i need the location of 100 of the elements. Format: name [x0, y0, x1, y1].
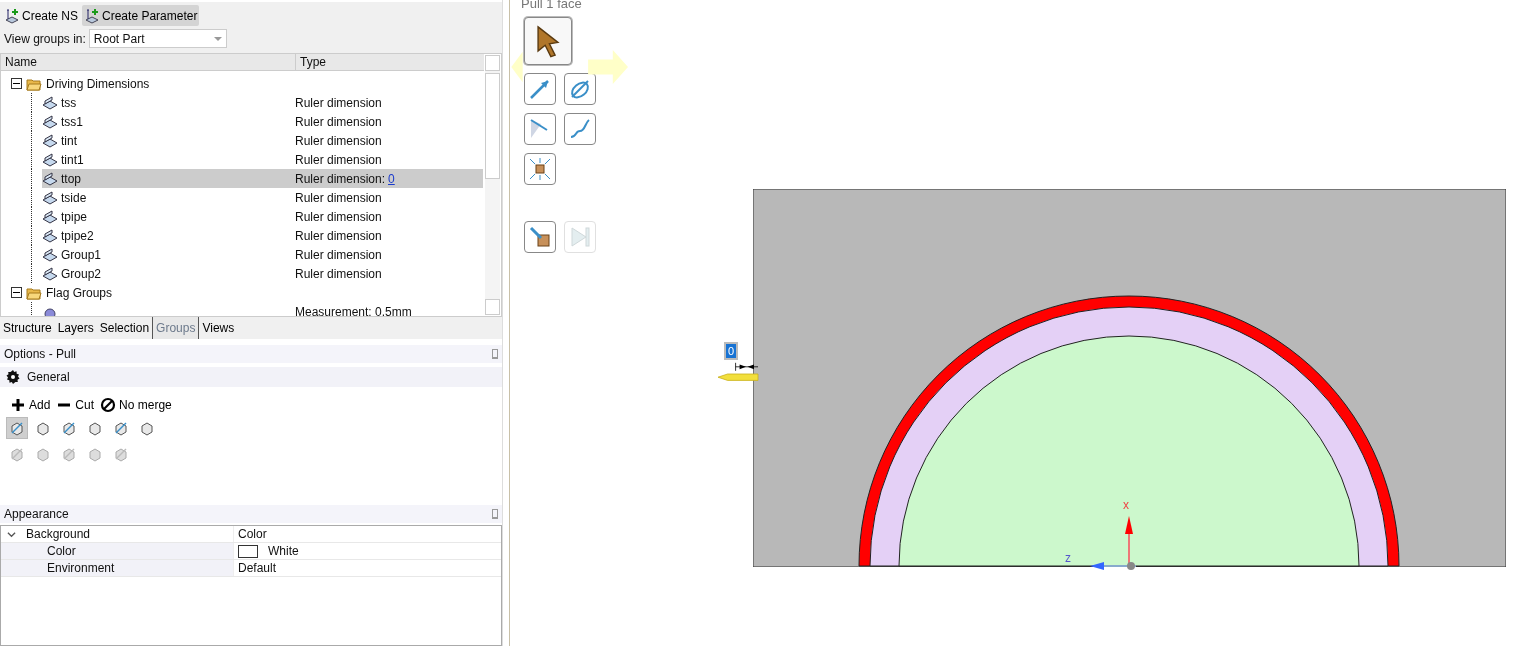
panel-title: Options - Pull	[4, 347, 77, 361]
axis-label: x	[1123, 498, 1129, 512]
view-groups-label: View groups in:	[4, 31, 86, 46]
right-arrow-drawing	[587, 48, 631, 86]
ruler-icon	[42, 227, 58, 244]
column-header[interactable]: Type	[296, 54, 326, 70]
tree-row[interactable]: Group2 Ruler dimension	[42, 264, 483, 283]
section-title: General	[27, 370, 70, 384]
plus-icon	[10, 397, 26, 413]
tree-item-name: tint	[61, 133, 77, 148]
cube-icon	[87, 420, 103, 436]
property-value: White	[268, 544, 299, 558]
axis-label: z	[1065, 551, 1071, 565]
cube-icon	[35, 420, 51, 436]
z-axis-arrow	[1090, 561, 1136, 571]
settings-icon	[5, 369, 21, 385]
property-name: Environment	[1, 560, 233, 576]
ruler-icon	[42, 94, 58, 111]
prohibited-icon	[100, 397, 117, 413]
property-value: Default	[238, 561, 277, 575]
tab[interactable]: Groups	[152, 317, 200, 339]
cube-icon	[113, 446, 129, 462]
cube-icon	[113, 420, 129, 436]
value-link[interactable]: 0	[388, 171, 395, 186]
tree-item-type: Ruler dimension:	[295, 171, 386, 186]
tool-button[interactable]	[6, 417, 28, 439]
cube-icon	[35, 446, 51, 462]
ruler-icon	[42, 189, 58, 206]
collapse-toggle[interactable]	[11, 78, 22, 89]
cube-icon	[9, 420, 25, 436]
revolve-icon	[568, 77, 592, 101]
arrow-cube-icon	[528, 225, 552, 249]
property-value: Color	[233, 526, 267, 542]
panel-splitter[interactable]	[502, 0, 510, 646]
tree-item-type: Measurement: 0.5mm	[295, 304, 412, 316]
tree-row[interactable]: Group1 Ruler dimension	[42, 245, 483, 264]
tab[interactable]: Layers	[54, 317, 97, 339]
add-ruler-icon	[4, 7, 20, 24]
tab[interactable]: Structure	[0, 317, 55, 339]
cube-icon	[9, 446, 25, 462]
tool-button[interactable]	[524, 221, 556, 253]
property-name: Background	[26, 527, 91, 541]
tree-item-type: Ruler dimension	[295, 114, 382, 129]
mode-button[interactable]: No merge	[100, 397, 172, 413]
tree-item-name: tint1	[61, 152, 84, 167]
tree-item-type: Ruler dimension	[295, 247, 382, 262]
tree-item-type: Ruler dimension	[295, 266, 382, 281]
toolbar-button[interactable]: Create NS	[2, 5, 81, 26]
property-name: Color	[1, 543, 233, 559]
tree-row[interactable]: tss Ruler dimension	[42, 93, 483, 112]
cube-icon	[87, 446, 103, 462]
cube-icon	[61, 446, 77, 462]
ruler-icon	[42, 151, 58, 168]
arrow-icon	[528, 77, 552, 101]
tree-item-name: tss1	[61, 114, 83, 129]
tree-item-name: ttop	[61, 171, 81, 186]
tree-row[interactable]: tside Ruler dimension	[42, 188, 483, 207]
tree-item-name: Group2	[61, 266, 102, 281]
toolbar-button[interactable]: Create Parameter	[82, 5, 200, 26]
tree-row[interactable]: ttop Ruler dimension: 0	[42, 169, 483, 188]
tree-row[interactable]: tss1 Ruler dimension	[42, 112, 483, 131]
tool-button[interactable]	[524, 17, 572, 65]
ruler-icon	[42, 170, 58, 187]
ruler-icon	[42, 113, 58, 130]
view-groups-dropdown[interactable]: Root Part	[88, 29, 227, 48]
tree-row[interactable]: tint Ruler dimension	[42, 131, 483, 150]
tree-item-type: Ruler dimension	[295, 228, 382, 243]
ruler-icon	[42, 132, 58, 149]
tree-row[interactable]: tpipe2 Ruler dimension	[42, 226, 483, 245]
tree-item[interactable]: Driving Dimensions	[46, 76, 150, 91]
mode-button[interactable]: Cut	[56, 397, 95, 413]
cube-icon	[61, 420, 77, 436]
tool-button[interactable]	[524, 153, 556, 185]
tree-row[interactable]: Measurement: 0.5mm	[42, 302, 483, 316]
panel-title: Appearance	[4, 507, 69, 521]
tree-row[interactable]: tpipe Ruler dimension	[42, 207, 483, 226]
ruler-icon	[42, 246, 58, 263]
tree-item-name: tside	[61, 190, 87, 205]
tree-row[interactable]: tint1 Ruler dimension	[42, 150, 483, 169]
tree-item-type: Ruler dimension	[295, 152, 382, 167]
collapse-toggle[interactable]	[11, 287, 22, 298]
tree-item-name: tss	[61, 95, 77, 110]
dimension-field[interactable]: 0	[726, 344, 737, 358]
add-ruler-icon	[84, 7, 101, 24]
caret-icon	[213, 36, 222, 41]
tab[interactable]: Selection	[96, 317, 153, 339]
column-header[interactable]: Name	[1, 54, 296, 70]
color-swatch[interactable]	[238, 544, 258, 558]
tree-item[interactable]: Flag Groups	[46, 285, 113, 300]
chevron-icon[interactable]	[7, 529, 16, 539]
ruler-icon	[42, 265, 58, 282]
tab[interactable]: Views	[199, 317, 238, 339]
tree-item-name: tpipe	[61, 209, 88, 224]
play-end-icon	[568, 225, 592, 249]
ruler-icon	[42, 208, 58, 225]
tree-item-name: Group1	[61, 247, 102, 262]
tree-item-type: Ruler dimension	[295, 190, 382, 205]
mode-button[interactable]: Add	[10, 397, 51, 413]
tree-item-name: tpipe2	[61, 228, 94, 243]
scrollbar[interactable]	[485, 55, 500, 315]
